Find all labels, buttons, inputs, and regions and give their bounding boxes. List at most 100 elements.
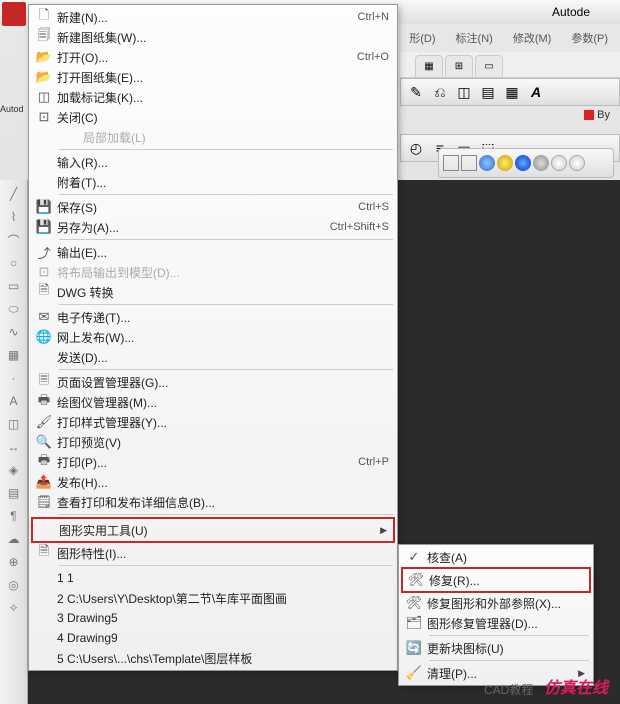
output-icon: ⤴ xyxy=(31,243,57,262)
toolbtn-a[interactable]: ◴ xyxy=(405,137,427,159)
menu-view-plot-detail[interactable]: 🗒 查看打印和发布详细信息(B)... xyxy=(31,492,395,512)
menu-separator xyxy=(59,304,393,305)
draw-dim-icon[interactable]: ↔ xyxy=(4,437,24,457)
menu-load-mark-label: 加载标记集(K)... xyxy=(57,89,389,106)
menu-open-sheet[interactable]: 📂 打开图纸集(E)... xyxy=(31,67,395,87)
menu-separator xyxy=(59,369,393,370)
web-publish-icon: 🌐 xyxy=(31,329,57,345)
toolbtn-5[interactable]: ▦ xyxy=(501,81,523,103)
menubar-item-shape[interactable]: 形(D) xyxy=(409,30,435,46)
menu-publish[interactable]: 📤 发布(H)... xyxy=(31,472,395,492)
menu-new[interactable]: 🗋 新建(N)... Ctrl+N xyxy=(31,7,395,27)
draw-extra2-icon[interactable]: ◎ xyxy=(4,575,24,595)
bylayer-indicator[interactable]: By xyxy=(584,109,610,121)
tab-2[interactable]: ⊞ xyxy=(445,55,473,77)
menu-save[interactable]: 💾 保存(S) Ctrl+S xyxy=(31,197,395,217)
draw-text-icon[interactable]: A xyxy=(4,391,24,411)
menu-dwg-convert[interactable]: 🗎 DWG 转换 xyxy=(31,282,395,302)
menu-recent-3[interactable]: 3 Drawing5 xyxy=(31,608,395,628)
menu-page-setup[interactable]: 🗏 页面设置管理器(G)... xyxy=(31,372,395,392)
new-sheet-icon: 🗐 xyxy=(31,26,57,48)
app-logo-icon[interactable] xyxy=(2,2,26,26)
menu-web-publish[interactable]: 🌐 网上发布(W)... xyxy=(31,327,395,347)
menu-plotter-mgr-label: 绘图仪管理器(M)... xyxy=(57,394,389,411)
menu-etransmit-label: 电子传递(T)... xyxy=(57,309,389,326)
page-setup-icon: 🗏 xyxy=(31,371,57,393)
draw-table-icon[interactable]: ▤ xyxy=(4,483,24,503)
menu-input[interactable]: 输入(R)... xyxy=(31,152,395,172)
menubar-item-modify[interactable]: 修改(M) xyxy=(513,30,552,46)
draw-arc-icon[interactable]: ⌒ xyxy=(4,230,24,250)
draw-circle-icon[interactable]: ○ xyxy=(4,253,24,273)
menu-output[interactable]: ⤴ 输出(E)... xyxy=(31,242,395,262)
tab-1[interactable]: ▦ xyxy=(415,55,443,77)
submenu-audit[interactable]: ✓ 核查(A) xyxy=(401,547,591,567)
draw-block-icon[interactable]: ◫ xyxy=(4,414,24,434)
render-sketch-icon[interactable] xyxy=(551,155,567,171)
submenu-recover-mgr[interactable]: 🗂 图形修复管理器(D)... xyxy=(401,613,591,633)
render-conceptual-icon[interactable] xyxy=(497,155,513,171)
render-gray-icon[interactable] xyxy=(533,155,549,171)
render-xray-icon[interactable] xyxy=(569,155,585,171)
tab-3[interactable]: ▭ xyxy=(475,55,503,77)
panel-tabs: ▦ ⊞ ▭ xyxy=(400,52,620,78)
menu-plot-style-label: 打印样式管理器(Y)... xyxy=(57,414,389,431)
menu-recent-1[interactable]: 1 1 xyxy=(31,568,395,588)
draw-rect-icon[interactable]: ▭ xyxy=(4,276,24,296)
render-hidden-icon[interactable] xyxy=(461,155,477,171)
menu-export-model: ⊡ 将布局输出到模型(D)... xyxy=(31,262,395,282)
footer-brand: 仿真在线 xyxy=(544,674,608,698)
draw-extra3-icon[interactable]: ✧ xyxy=(4,598,24,618)
menubar-item-dimension[interactable]: 标注(N) xyxy=(456,30,493,46)
update-blk-icon: 🔄 xyxy=(401,640,427,656)
menu-plotter-mgr[interactable]: 🖶 绘图仪管理器(M)... xyxy=(31,392,395,412)
render-realistic-icon[interactable] xyxy=(479,155,495,171)
highlight-drawing-util: 图形实用工具(U) xyxy=(31,517,395,543)
toolbtn-1[interactable]: ✎ xyxy=(405,81,427,103)
side-panel-label: Autod xyxy=(0,104,28,114)
menu-new-sheet[interactable]: 🗐 新建图纸集(W)... xyxy=(31,27,395,47)
draw-region-icon[interactable]: ◈ xyxy=(4,460,24,480)
export-model-icon: ⊡ xyxy=(31,264,57,280)
menu-print-preview[interactable]: 🔍 打印预览(V) xyxy=(31,432,395,452)
recover-ext-icon: 🛠 xyxy=(401,595,427,611)
render-wire-icon[interactable] xyxy=(443,155,459,171)
draw-spline-icon[interactable]: ∿ xyxy=(4,322,24,342)
submenu-recover[interactable]: 🛠 修复(R)... xyxy=(403,570,589,590)
menu-drawing-prop[interactable]: 🗎 图形特性(I)... xyxy=(31,543,395,563)
draw-ellipse-icon[interactable]: ⬭ xyxy=(4,299,24,319)
menu-load-mark[interactable]: ◫ 加载标记集(K)... xyxy=(31,87,395,107)
menu-open[interactable]: 📂 打开(O)... Ctrl+O xyxy=(31,47,395,67)
toolbtn-6[interactable]: A xyxy=(525,81,547,103)
draw-line-icon[interactable]: ╱ xyxy=(4,184,24,204)
menu-drawing-util-label: 图形实用工具(U) xyxy=(59,522,387,539)
menu-new-shortcut: Ctrl+N xyxy=(358,11,389,23)
menu-recent-4[interactable]: 4 Drawing9 xyxy=(31,628,395,648)
render-shaded-icon[interactable] xyxy=(515,155,531,171)
menu-close[interactable]: ⊡ 关闭(C) xyxy=(31,107,395,127)
submenu-update-blk[interactable]: 🔄 更新块图标(U) xyxy=(401,638,591,658)
draw-cloud-icon[interactable]: ☁ xyxy=(4,529,24,549)
menu-input-label: 输入(R)... xyxy=(57,154,389,171)
draw-mtext-icon[interactable]: ¶ xyxy=(4,506,24,526)
draw-point-icon[interactable]: · xyxy=(4,368,24,388)
menu-drawing-util[interactable]: 图形实用工具(U) xyxy=(33,520,393,540)
menu-saveas[interactable]: 💾 另存为(A)... Ctrl+Shift+S xyxy=(31,217,395,237)
menubar-item-params[interactable]: 参数(P) xyxy=(571,30,608,46)
menu-attach[interactable]: 附着(T)... xyxy=(31,172,395,192)
toolbtn-3[interactable]: ◫ xyxy=(453,81,475,103)
toolbtn-4[interactable]: ▤ xyxy=(477,81,499,103)
menu-send[interactable]: 发送(D)... xyxy=(31,347,395,367)
menu-plot-style[interactable]: 🖌 打印样式管理器(Y)... xyxy=(31,412,395,432)
menu-recent-5[interactable]: 5 C:\Users\...\chs\Template\图层样板 xyxy=(31,648,395,668)
submenu-recover-ext[interactable]: 🛠 修复图形和外部参照(X)... xyxy=(401,593,591,613)
menu-recent-2[interactable]: 2 C:\Users\Y\Desktop\第二节\车库平面图画 xyxy=(31,588,395,608)
menu-separator xyxy=(59,565,393,566)
draw-extra1-icon[interactable]: ⊕ xyxy=(4,552,24,572)
draw-hatch-icon[interactable]: ▦ xyxy=(4,345,24,365)
menu-recent-1-label: 1 1 xyxy=(57,571,389,585)
draw-polyline-icon[interactable]: ⌇ xyxy=(4,207,24,227)
menu-print[interactable]: 🖶 打印(P)... Ctrl+P xyxy=(31,452,395,472)
toolbtn-2[interactable]: ⎌ xyxy=(429,81,451,103)
menu-etransmit[interactable]: ✉ 电子传递(T)... xyxy=(31,307,395,327)
